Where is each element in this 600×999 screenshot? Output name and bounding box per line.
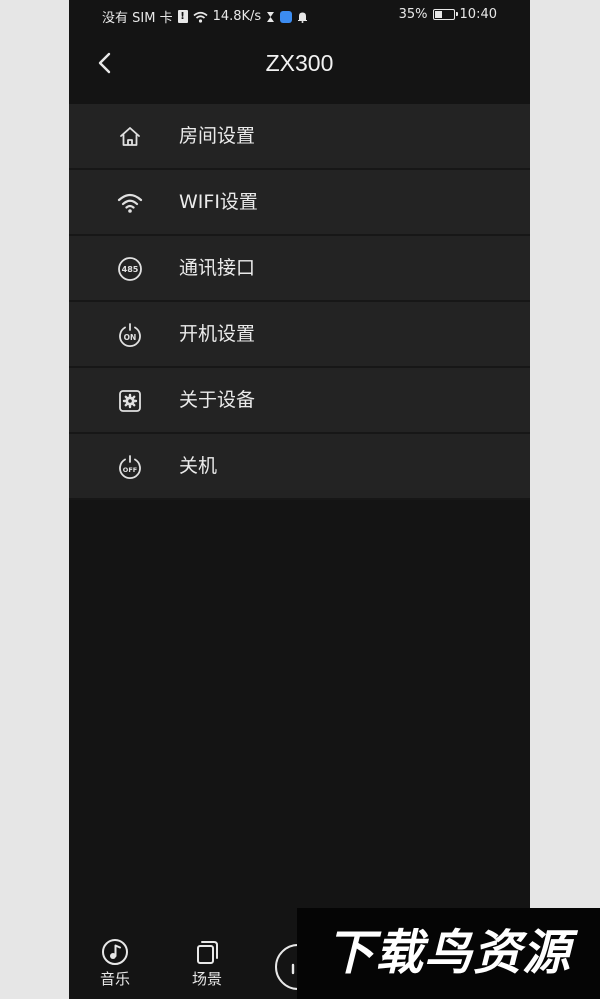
page-title: ZX300 [265, 50, 334, 76]
menu-item-power-on-settings[interactable]: ON 开机设置 [69, 302, 530, 368]
battery-icon [432, 9, 458, 20]
menu-item-about-device[interactable]: 关于设备 [69, 368, 530, 434]
gear-icon [119, 390, 141, 412]
battery-fill [434, 11, 442, 18]
tab-label: 场景 [191, 970, 222, 988]
clock: 10:40 [459, 7, 497, 22]
status-left: 没有 SIM 卡 ! 14.8K/s [102, 7, 308, 26]
bell-icon [298, 12, 308, 23]
wifi-icon [117, 193, 143, 213]
power-on-icon-text: ON [124, 333, 137, 342]
music-icon [102, 939, 128, 965]
sim-warning-icon: ! [177, 10, 188, 23]
menu-item-label: 房间设置 [179, 125, 256, 147]
status-bar: 没有 SIM 卡 ! 14.8K/s 35% 10:40 [69, 0, 530, 32]
tab-scene[interactable]: 场景 [182, 938, 232, 998]
tab-music[interactable]: 音乐 [90, 938, 140, 998]
menu-item-label: 开机设置 [179, 323, 256, 345]
power-off-icon-text: OFF [123, 466, 137, 474]
watermark-logo: 下载鸟资源 [297, 908, 600, 999]
tab-label: 音乐 [99, 970, 130, 988]
phone-screen: 没有 SIM 卡 ! 14.8K/s 35% 10:40 ZX300 房间设置 … [69, 0, 530, 999]
power-off-icon: OFF [119, 455, 141, 480]
menu-item-room-settings[interactable]: 房间设置 [69, 104, 530, 170]
menu-item-label: 通讯接口 [179, 257, 256, 279]
power-on-icon: ON [119, 323, 141, 348]
hourglass-icon [267, 11, 275, 22]
menu-item-shutdown[interactable]: OFF 关机 [69, 434, 530, 500]
scene-icon [197, 941, 218, 964]
network-speed: 14.8K/s [212, 9, 262, 24]
nav-bar: ZX300 [69, 32, 530, 102]
app-notification-icon [280, 10, 293, 23]
menu-item-label: 关于设备 [179, 389, 256, 411]
settings-menu: 房间设置 WIFI设置 485 通讯接口 ON 开机设置 关于设备 OFF 关机 [69, 104, 530, 500]
rs485-icon-text: 485 [122, 265, 139, 274]
menu-item-label: 关机 [179, 455, 218, 477]
wifi-status-icon [192, 11, 208, 23]
status-right: 35% 10:40 [399, 7, 497, 22]
battery-percent: 35% [398, 7, 428, 22]
home-icon [120, 127, 140, 146]
menu-item-wifi-settings[interactable]: WIFI设置 [69, 170, 530, 236]
rs485-icon: 485 [118, 257, 142, 281]
carrier-text: 没有 SIM 卡 [102, 11, 173, 26]
menu-item-label: WIFI设置 [179, 191, 258, 213]
menu-item-comm-interface[interactable]: 485 通讯接口 [69, 236, 530, 302]
